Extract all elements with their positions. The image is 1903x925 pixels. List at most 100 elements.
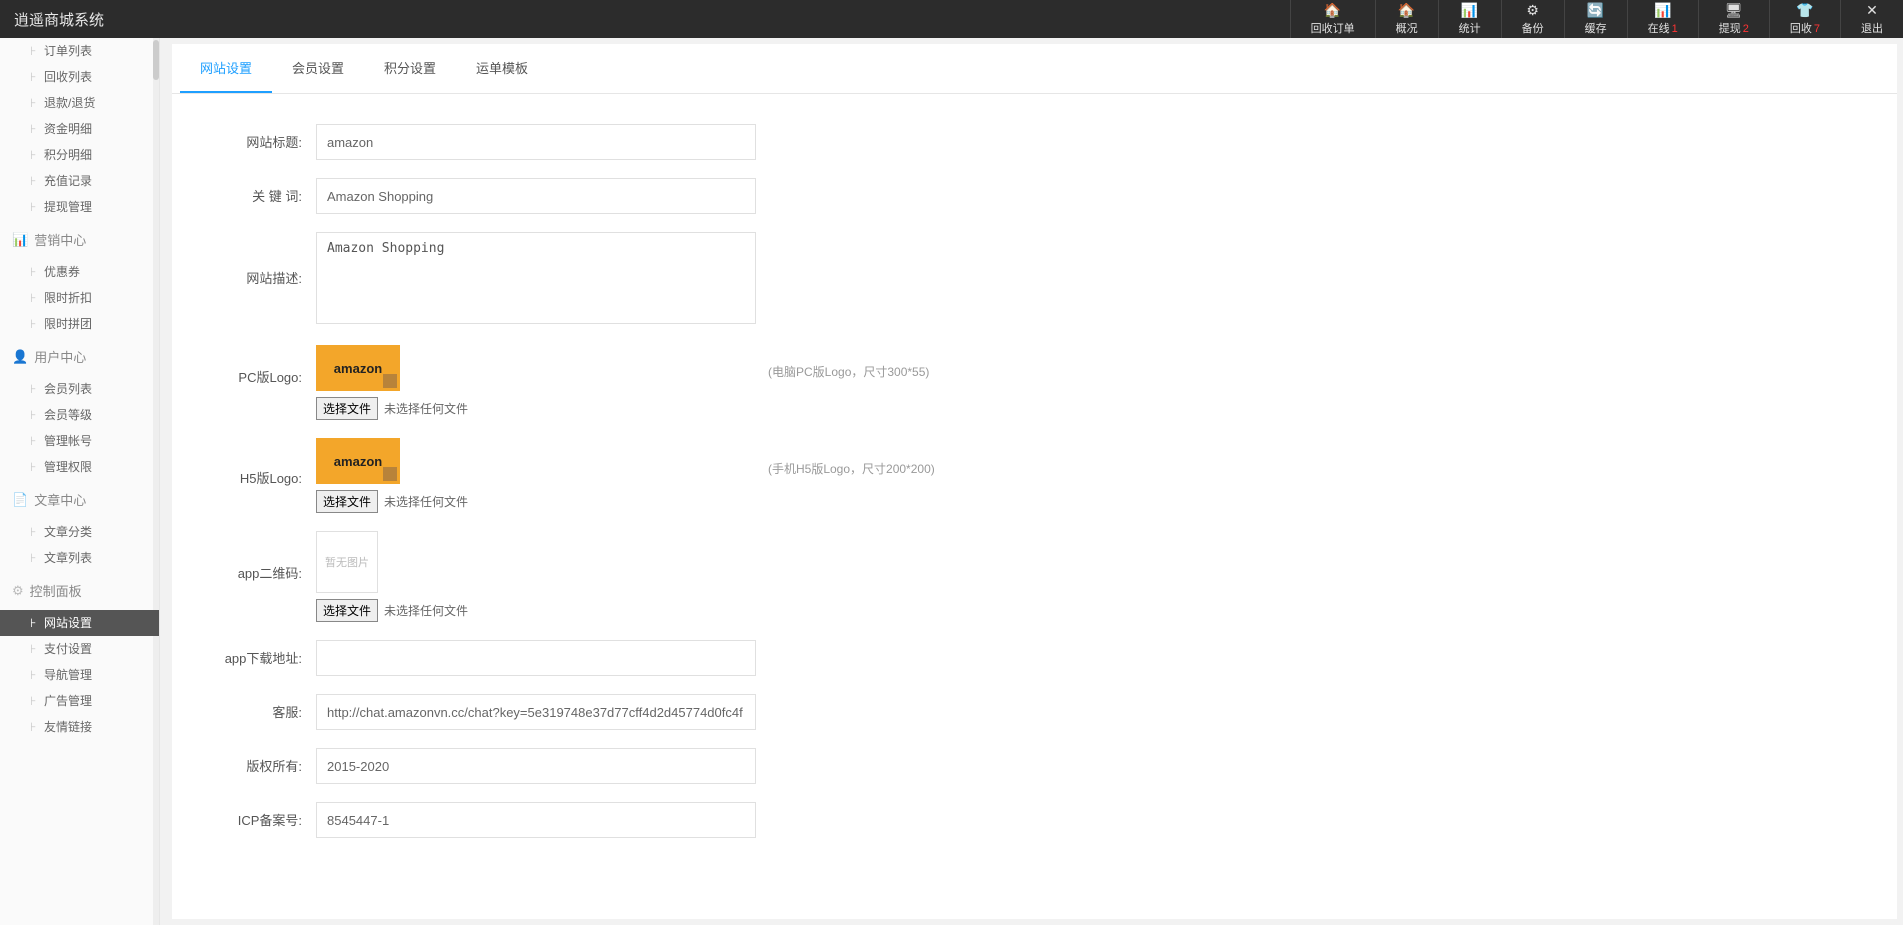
topbar-item-2[interactable]: 📊统计 — [1438, 0, 1501, 38]
input-kefu[interactable] — [316, 694, 756, 730]
label-desc: 网站描述: — [212, 232, 316, 287]
label-keywords: 关 键 词: — [212, 178, 316, 205]
topbar-label: 统计 — [1459, 20, 1481, 36]
sidebar-item-0-1[interactable]: 回收列表 — [0, 64, 159, 90]
qr-preview: 暂无图片 — [316, 531, 378, 593]
topbar-label: 在线1 — [1648, 20, 1678, 36]
tab-3[interactable]: 运单模板 — [456, 44, 548, 93]
sidebar-group-title: 营销中心 — [34, 230, 86, 249]
topbar-icon: 🏠 — [1324, 2, 1341, 19]
sidebar-group-1: 📊 营销中心 — [0, 220, 159, 259]
sidebar-group-2: 👤 用户中心 — [0, 337, 159, 376]
app-title: 逍遥商城系统 — [14, 9, 104, 30]
label-site-title: 网站标题: — [212, 124, 316, 151]
label-qr: app二维码: — [212, 531, 316, 582]
sidebar-item-2-2[interactable]: 管理帐号 — [0, 428, 159, 454]
pc-logo-text: amazon — [334, 361, 382, 376]
topbar-icon: 📊 — [1654, 2, 1671, 19]
pc-logo-file-status: 未选择任何文件 — [384, 400, 468, 417]
textarea-desc[interactable] — [316, 232, 756, 324]
sidebar-group-icon: ⚙ — [12, 583, 24, 599]
sidebar-item-1-2[interactable]: 限时拼团 — [0, 311, 159, 337]
sidebar-group-3: 📄 文章中心 — [0, 480, 159, 519]
sidebar-item-4-2[interactable]: 导航管理 — [0, 662, 159, 688]
sidebar-group-title: 控制面板 — [30, 581, 82, 600]
sidebar-group-title: 文章中心 — [34, 490, 86, 509]
sidebar-item-1-1[interactable]: 限时折扣 — [0, 285, 159, 311]
main-area: 网站设置会员设置积分设置运单模板 网站标题: 关 键 词: 网站描述: PC版L… — [160, 38, 1903, 925]
tab-0[interactable]: 网站设置 — [180, 44, 272, 93]
sidebar-group-icon: 📊 — [12, 232, 28, 248]
pc-logo-preview: amazon — [316, 345, 400, 391]
topbar-label: 回收7 — [1790, 20, 1820, 36]
topbar-icon: 🖥 — [1725, 2, 1743, 19]
qr-file-button[interactable]: 选择文件 — [316, 599, 378, 622]
sidebar-group-icon: 📄 — [12, 492, 28, 508]
sidebar-item-3-1[interactable]: 文章列表 — [0, 545, 159, 571]
sidebar-item-3-0[interactable]: 文章分类 — [0, 519, 159, 545]
qr-file-status: 未选择任何文件 — [384, 602, 468, 619]
sidebar-item-4-4[interactable]: 友情链接 — [0, 714, 159, 740]
input-icp[interactable] — [316, 802, 756, 838]
topbar-icon: 📊 — [1461, 2, 1478, 19]
topbar-item-1[interactable]: 🏠概况 — [1375, 0, 1438, 38]
sidebar-group-icon: 👤 — [12, 349, 28, 365]
topbar-icon: 🔄 — [1587, 2, 1604, 19]
sidebar-item-0-4[interactable]: 积分明细 — [0, 142, 159, 168]
label-kefu: 客服: — [212, 694, 316, 721]
tab-2[interactable]: 积分设置 — [364, 44, 456, 93]
tabs: 网站设置会员设置积分设置运单模板 — [172, 44, 1897, 94]
sidebar-item-4-3[interactable]: 广告管理 — [0, 688, 159, 714]
topbar-label: 退出 — [1861, 20, 1883, 36]
sidebar-item-0-6[interactable]: 提现管理 — [0, 194, 159, 220]
topbar-item-0[interactable]: 🏠回收订单 — [1290, 0, 1375, 38]
pc-logo-hint: (电脑PC版Logo，尺寸300*55) — [756, 345, 929, 380]
topbar-item-6[interactable]: 🖥提现2 — [1698, 0, 1769, 38]
topbar-item-8[interactable]: ✕退出 — [1840, 0, 1903, 38]
topbar: 逍遥商城系统 🏠回收订单🏠概况📊统计⚙备份🔄缓存📊在线1🖥提现2👕回收7✕退出 — [0, 0, 1903, 38]
topbar-icon: 🏠 — [1398, 2, 1415, 19]
topbar-right: 🏠回收订单🏠概况📊统计⚙备份🔄缓存📊在线1🖥提现2👕回收7✕退出 — [1290, 0, 1903, 38]
input-keywords[interactable] — [316, 178, 756, 214]
h5-logo-file-button[interactable]: 选择文件 — [316, 490, 378, 513]
topbar-icon: ⚙ — [1526, 2, 1539, 19]
topbar-icon: ✕ — [1866, 2, 1878, 19]
settings-form: 网站标题: 关 键 词: 网站描述: PC版Logo: amazon — [172, 94, 1897, 886]
sidebar-group-4: ⚙ 控制面板 — [0, 571, 159, 610]
sidebar-item-2-0[interactable]: 会员列表 — [0, 376, 159, 402]
sidebar-group-title: 用户中心 — [34, 347, 86, 366]
label-app-url: app下载地址: — [212, 640, 316, 667]
sidebar-item-1-0[interactable]: 优惠券 — [0, 259, 159, 285]
topbar-item-4[interactable]: 🔄缓存 — [1564, 0, 1627, 38]
sidebar-item-0-5[interactable]: 充值记录 — [0, 168, 159, 194]
label-pc-logo: PC版Logo: — [212, 345, 316, 386]
h5-logo-text: amazon — [334, 454, 382, 469]
topbar-label: 概况 — [1396, 20, 1418, 36]
input-app-url[interactable] — [316, 640, 756, 676]
topbar-label: 缓存 — [1585, 20, 1607, 36]
h5-logo-file-status: 未选择任何文件 — [384, 493, 468, 510]
input-site-title[interactable] — [316, 124, 756, 160]
sidebar-item-4-1[interactable]: 支付设置 — [0, 636, 159, 662]
sidebar-item-0-0[interactable]: 订单列表 — [0, 38, 159, 64]
pc-logo-file-button[interactable]: 选择文件 — [316, 397, 378, 420]
topbar-label: 备份 — [1522, 20, 1544, 36]
topbar-icon: 👕 — [1796, 2, 1813, 19]
topbar-item-3[interactable]: ⚙备份 — [1501, 0, 1564, 38]
sidebar-item-0-2[interactable]: 退款/退货 — [0, 90, 159, 116]
topbar-item-5[interactable]: 📊在线1 — [1627, 0, 1698, 38]
input-copyright[interactable] — [316, 748, 756, 784]
sidebar: 订单列表回收列表退款/退货资金明细积分明细充值记录提现管理 📊 营销中心优惠券限时折… — [0, 38, 160, 925]
h5-logo-preview: amazon — [316, 438, 400, 484]
sidebar-item-4-0[interactable]: 网站设置 — [0, 610, 159, 636]
sidebar-item-2-1[interactable]: 会员等级 — [0, 402, 159, 428]
content-panel: 网站设置会员设置积分设置运单模板 网站标题: 关 键 词: 网站描述: PC版L… — [172, 44, 1897, 919]
topbar-item-7[interactable]: 👕回收7 — [1769, 0, 1840, 38]
sidebar-item-0-3[interactable]: 资金明细 — [0, 116, 159, 142]
sidebar-item-2-3[interactable]: 管理权限 — [0, 454, 159, 480]
label-h5-logo: H5版Logo: — [212, 438, 316, 487]
label-icp: ICP备案号: — [212, 802, 316, 829]
topbar-label: 回收订单 — [1311, 20, 1355, 36]
h5-logo-hint: (手机H5版Logo，尺寸200*200) — [756, 438, 935, 477]
tab-1[interactable]: 会员设置 — [272, 44, 364, 93]
